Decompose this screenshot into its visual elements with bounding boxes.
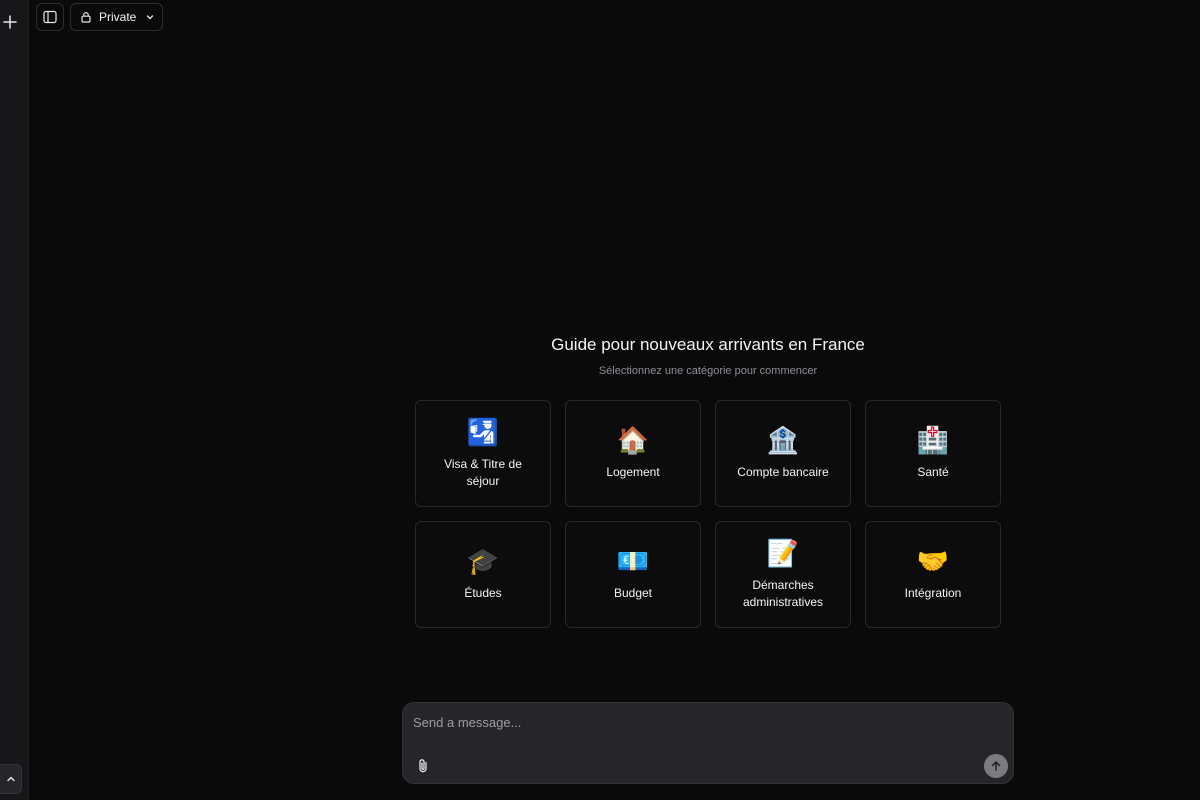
sidebar-toggle-icon bbox=[43, 10, 57, 24]
paperclip-icon bbox=[419, 759, 427, 773]
category-card-integration[interactable]: 🤝 Intégration bbox=[865, 521, 1001, 628]
arrow-up-icon bbox=[991, 761, 1001, 771]
message-input[interactable] bbox=[413, 711, 1003, 733]
graduation-cap-icon: 🎓 bbox=[466, 547, 500, 577]
lock-icon bbox=[81, 12, 91, 23]
memo-icon: 📝 bbox=[766, 538, 800, 569]
category-card-compte-bancaire[interactable]: 🏦 Compte bancaire bbox=[715, 400, 851, 507]
visibility-selector[interactable]: Private bbox=[70, 3, 163, 31]
chevron-down-icon bbox=[147, 15, 154, 20]
expand-rail-button[interactable] bbox=[0, 764, 22, 794]
category-label: Démarches administratives bbox=[742, 577, 824, 609]
category-label: Budget bbox=[613, 586, 653, 600]
page-subtitle: Sélectionnez une catégorie pour commence… bbox=[598, 365, 818, 377]
category-label: Études bbox=[464, 586, 502, 600]
category-label: Visa & Titre de séjour bbox=[444, 456, 522, 488]
category-card-demarches[interactable]: 📝 Démarches administratives bbox=[715, 521, 851, 628]
passport-control-icon: 🛂 bbox=[466, 417, 500, 448]
message-composer bbox=[402, 702, 1014, 784]
plus-icon bbox=[3, 15, 17, 29]
euro-banknote-icon: 💶 bbox=[616, 547, 650, 577]
category-card-etudes[interactable]: 🎓 Études bbox=[415, 521, 551, 628]
hospital-icon: 🏥 bbox=[916, 426, 950, 456]
handshake-icon: 🤝 bbox=[916, 547, 950, 577]
visibility-label: Private bbox=[99, 10, 137, 24]
category-card-visa[interactable]: 🛂 Visa & Titre de séjour bbox=[415, 400, 551, 507]
chevron-up-icon bbox=[6, 776, 15, 782]
category-label: Santé bbox=[917, 465, 949, 479]
category-label: Compte bancaire bbox=[737, 465, 829, 479]
category-card-logement[interactable]: 🏠 Logement bbox=[565, 400, 701, 507]
sidebar-toggle-button[interactable] bbox=[36, 3, 64, 31]
new-chat-button[interactable] bbox=[0, 10, 20, 34]
left-rail bbox=[0, 0, 29, 800]
category-label: Logement bbox=[606, 465, 660, 479]
category-card-budget[interactable]: 💶 Budget bbox=[565, 521, 701, 628]
page-title: Guide pour nouveaux arrivants en France bbox=[551, 335, 865, 354]
category-card-sante[interactable]: 🏥 Santé bbox=[865, 400, 1001, 507]
category-label: Intégration bbox=[904, 586, 962, 600]
bank-icon: 🏦 bbox=[766, 426, 800, 456]
app: Private Guide pour nouveaux arrivants en… bbox=[0, 0, 1200, 800]
send-button[interactable] bbox=[984, 754, 1008, 778]
house-icon: 🏠 bbox=[616, 426, 650, 456]
category-grid: 🛂 Visa & Titre de séjour 🏠 Logement 🏦 Co… bbox=[415, 400, 1001, 628]
attach-button[interactable] bbox=[413, 755, 433, 777]
